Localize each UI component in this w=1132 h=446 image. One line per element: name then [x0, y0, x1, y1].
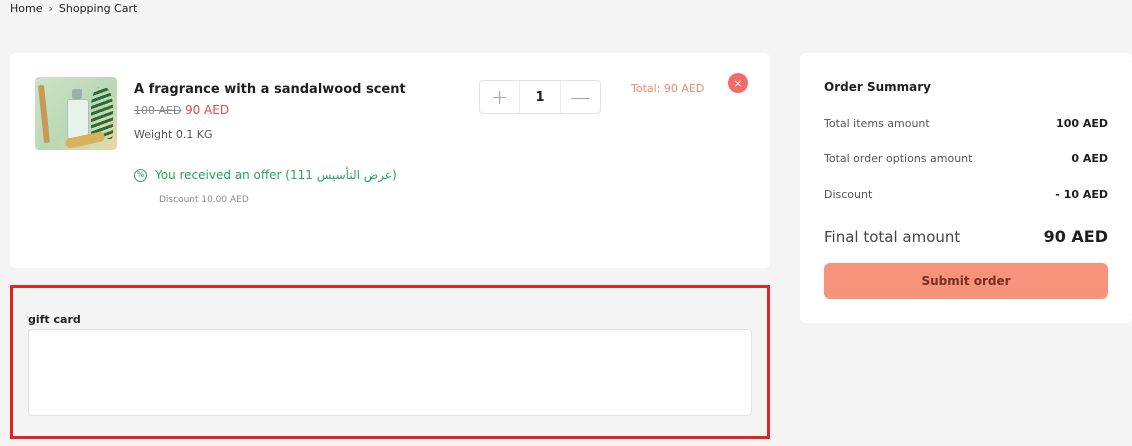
product-weight: Weight 0.1 KG	[134, 128, 213, 141]
summary-row-label: Total items amount	[824, 117, 930, 130]
product-image[interactable]	[35, 77, 117, 150]
cart-item-card: A fragrance with a sandalwood scent 100 …	[10, 53, 770, 268]
breadcrumb: Home › Shopping Cart	[10, 2, 137, 15]
summary-row-items-amount: Total items amount 100 AED	[824, 117, 1108, 130]
bottle-cap-graphic	[72, 89, 82, 99]
offer-text: You received an offer (111 عرض التأسيس)	[155, 168, 397, 182]
order-summary-title: Order Summary	[824, 80, 931, 94]
leaf-graphic	[91, 87, 113, 139]
order-summary-card: Order Summary Total items amount 100 AED…	[800, 53, 1132, 323]
remove-item-button[interactable]: ×	[728, 73, 748, 93]
final-total-row: Final total amount 90 AED	[824, 227, 1108, 246]
perfume-bottle-graphic	[67, 99, 89, 139]
discount-badge-icon: %	[134, 168, 147, 182]
summary-row-discount: Discount - 10 AED	[824, 188, 1108, 201]
breadcrumb-home-link[interactable]: Home	[10, 2, 42, 15]
old-price: 100 AED	[134, 104, 182, 117]
new-price: 90 AED	[184, 103, 230, 117]
final-total-value: 90 AED	[1043, 227, 1108, 246]
product-name[interactable]: A fragrance with a sandalwood scent	[134, 82, 406, 97]
discount-note: Discount 10.00 AED	[159, 195, 249, 205]
item-total: Total: 90 AED	[631, 82, 705, 95]
quantity-decrease-button[interactable]: —	[561, 81, 600, 113]
offer-message: % You received an offer (111 عرض التأسيس…	[134, 168, 397, 182]
quantity-stepper: + 1 —	[479, 80, 601, 114]
gift-card-section: gift card	[10, 285, 770, 439]
gift-card-input[interactable]	[28, 329, 752, 416]
breadcrumb-current: Shopping Cart	[58, 2, 138, 15]
final-total-label: Final total amount	[824, 228, 961, 246]
summary-row-options-amount: Total order options amount 0 AED	[824, 152, 1108, 165]
summary-row-label: Discount	[824, 188, 873, 201]
quantity-value: 1	[519, 81, 561, 113]
gift-card-label: gift card	[28, 313, 81, 326]
sandalwood-stick-graphic	[37, 84, 51, 144]
summary-row-value: - 10 AED	[1055, 188, 1108, 201]
breadcrumb-separator: ›	[48, 2, 53, 15]
summary-row-label: Total order options amount	[824, 152, 973, 165]
summary-row-value: 100 AED	[1056, 117, 1108, 130]
submit-order-button[interactable]: Submit order	[824, 263, 1108, 299]
price-line: 100 AED 90 AED	[134, 103, 229, 117]
summary-row-value: 0 AED	[1071, 152, 1108, 165]
quantity-increase-button[interactable]: +	[480, 81, 519, 113]
